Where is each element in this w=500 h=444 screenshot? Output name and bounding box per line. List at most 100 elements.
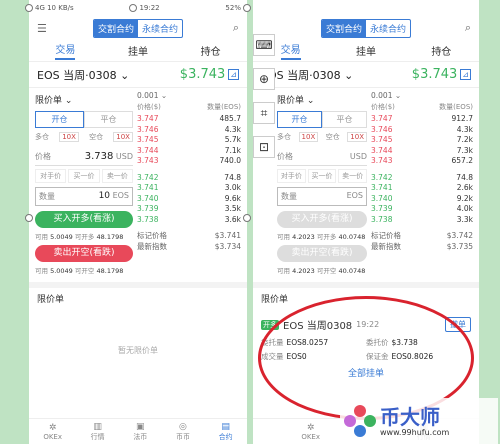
trade-body-right: 限价单 ⌄ 开仓 平仓 多仓 10X 空仓 10X 价格 USD 对手价 买一价… (253, 88, 479, 282)
bid-row[interactable]: 3.741 3.0k (137, 183, 241, 194)
brand-logo-icon (344, 405, 376, 437)
ask-row[interactable]: 3.744 7.3k (371, 146, 473, 157)
left-phone-screen: 4G 10 KB/s 19:22 52% ☰ 交割合约 永续合约 ⌕ 交易 挂单… (29, 0, 247, 444)
short-leverage-right[interactable]: 10X (347, 132, 367, 142)
price-field-right[interactable]: 价格 USD (277, 148, 367, 166)
ask-row[interactable]: 3.744 7.1k (137, 146, 241, 157)
open-position-tab[interactable]: 开仓 (35, 111, 84, 128)
nav-market[interactable]: ▥ 行情 (91, 422, 105, 442)
sell-short-button[interactable]: 卖出开空(看跌) (35, 245, 133, 262)
bid-row[interactable]: 3.738 3.6k (137, 215, 241, 226)
bid-row[interactable]: 3.740 9.6k (137, 194, 241, 205)
network-status: 4G 10 KB/s (35, 4, 74, 12)
empty-state: 暂无限价单 (118, 346, 158, 355)
counterparty-price-button-right[interactable]: 对手价 (277, 169, 306, 183)
ask-row[interactable]: 3.747 912.7 (371, 114, 473, 125)
perpetual-contract-tab-right[interactable]: 永续合约 (366, 20, 410, 37)
ask-row[interactable]: 3.745 5.7k (137, 135, 241, 146)
fiat-icon: ▣ (136, 421, 145, 432)
keyboard-icon[interactable]: ⌨ (253, 34, 275, 56)
ask-qty: 485.7 (219, 114, 241, 123)
nav-contract[interactable]: ▤ 合约 (219, 422, 233, 442)
bid-price: 3.740 (371, 193, 393, 203)
ask-qty: 740.0 (219, 156, 241, 165)
search-icon-right[interactable]: ⌕ (465, 21, 471, 35)
crop-handle[interactable] (25, 214, 33, 222)
bid-row[interactable]: 3.741 2.6k (371, 183, 473, 194)
tab-trade[interactable]: 交易 (55, 41, 76, 60)
zoom-icon[interactable]: ⊕ (253, 68, 275, 90)
delivery-contract-tab[interactable]: 交割合约 (93, 19, 138, 37)
perpetual-contract-tab[interactable]: 永续合约 (138, 20, 182, 37)
buy-long-button-right[interactable]: 买入开多(看涨) (277, 211, 367, 228)
delivery-contract-tab-right[interactable]: 交割合约 (321, 19, 366, 37)
tab-trade-right[interactable]: 交易 (280, 41, 301, 60)
tab-positions-right[interactable]: 持仓 (431, 43, 451, 58)
bid-qty: 9.6k (224, 193, 241, 203)
cancel-order-button[interactable]: 撤单 (445, 317, 471, 332)
tab-orders[interactable]: 挂单 (128, 43, 148, 58)
bid-price: 3.739 (137, 204, 159, 213)
tab-orders-right[interactable]: 挂单 (356, 43, 376, 58)
ask1-price-button-right[interactable]: 卖一价 (338, 169, 368, 183)
bid-price: 3.741 (137, 183, 159, 192)
search-icon[interactable]: ⌕ (233, 21, 239, 35)
nav-okex-right[interactable]: ✲ OKEx (301, 423, 320, 441)
bid-row[interactable]: 3.742 74.8 (137, 173, 241, 184)
bid-row[interactable]: 3.739 3.5k (137, 204, 241, 215)
crop-handle[interactable] (243, 214, 251, 222)
close-position-tab[interactable]: 平仓 (84, 111, 133, 128)
counterparty-price-button[interactable]: 对手价 (35, 169, 67, 183)
ask-price: 3.745 (371, 135, 393, 144)
menu-icon[interactable]: ☰ (37, 22, 47, 35)
scan-icon[interactable]: ⊡ (253, 136, 275, 158)
chart-icon-right[interactable]: ⊿ (460, 69, 471, 80)
depth-selector[interactable]: 0.001 ⌄ (137, 91, 241, 100)
ask-row[interactable]: 3.745 7.2k (371, 135, 473, 146)
bid1-price-button-right[interactable]: 买一价 (307, 169, 337, 183)
nav-spot[interactable]: ◎ 币币 (176, 422, 190, 442)
order-type-selector[interactable]: 限价单 ⌄ (35, 93, 133, 106)
crop-handle[interactable] (129, 4, 137, 12)
order-type-right[interactable]: 限价单 ⌄ (277, 93, 367, 106)
bid1-price-button[interactable]: 买一价 (68, 169, 100, 183)
ask-row[interactable]: 3.746 4.3k (371, 125, 473, 136)
ask-row[interactable]: 3.743 657.2 (371, 156, 473, 167)
tab-positions[interactable]: 持仓 (201, 43, 221, 58)
short-leverage[interactable]: 10X (113, 132, 133, 142)
quantity-field-right[interactable]: 数量 EOS (277, 187, 367, 206)
bid-qty: 74.8 (456, 172, 473, 182)
price-field[interactable]: 价格 3.738 USD (35, 148, 133, 166)
ask1-price-button[interactable]: 卖一价 (101, 169, 133, 183)
crop-icon[interactable]: ⌗ (253, 102, 275, 124)
nav-fiat[interactable]: ▣ 法币 (133, 422, 147, 442)
order-symbol: EOS 当周0308 (283, 321, 353, 332)
order-details: 委托量 EOS8.0257 委托价 $3.738 成交量 EOS0 保证金 EOS0.8… (261, 338, 434, 361)
depth-selector-right[interactable]: 0.001 ⌄ (371, 91, 473, 100)
nav-okex[interactable]: ✲ OKEx (43, 423, 62, 441)
symbol-selector[interactable]: EOS 当周·0308 ⌄ (37, 67, 129, 83)
bid-row[interactable]: 3.740 9.2k (371, 194, 473, 205)
ask-row[interactable]: 3.747 485.7 (137, 114, 241, 125)
sell-short-button-right[interactable]: 卖出开空(看跌) (277, 245, 367, 262)
bid-row[interactable]: 3.742 74.8 (371, 173, 473, 184)
bid-row[interactable]: 3.738 3.3k (371, 215, 473, 226)
crop-handle[interactable] (25, 4, 33, 12)
last-price: $3.743 ⊿ (179, 67, 239, 82)
open-position-tab-right[interactable]: 开仓 (277, 111, 322, 128)
contract-type-toggle-right: 交割合约 永续合约 (320, 18, 412, 38)
long-leverage[interactable]: 10X (59, 132, 79, 142)
buy-long-button[interactable]: 买入开多(看涨) (35, 211, 133, 228)
all-orders-link[interactable]: 全部挂单 (261, 366, 471, 379)
quantity-field[interactable]: 数量 10 EOS (35, 187, 133, 206)
close-position-tab-right[interactable]: 平仓 (322, 111, 367, 128)
bid-qty: 3.3k (456, 214, 473, 224)
bid-price: 3.742 (137, 172, 159, 182)
chart-icon[interactable]: ⊿ (228, 69, 239, 80)
long-leverage-right[interactable]: 10X (298, 132, 319, 142)
ask-row[interactable]: 3.743 740.0 (137, 156, 241, 167)
bid-row[interactable]: 3.739 4.0k (371, 204, 473, 215)
crop-handle[interactable] (243, 4, 251, 12)
ask-row[interactable]: 3.746 4.3k (137, 125, 241, 136)
sell-availability-right: 可用 4.2023 可开空 40.0748 (277, 267, 366, 275)
